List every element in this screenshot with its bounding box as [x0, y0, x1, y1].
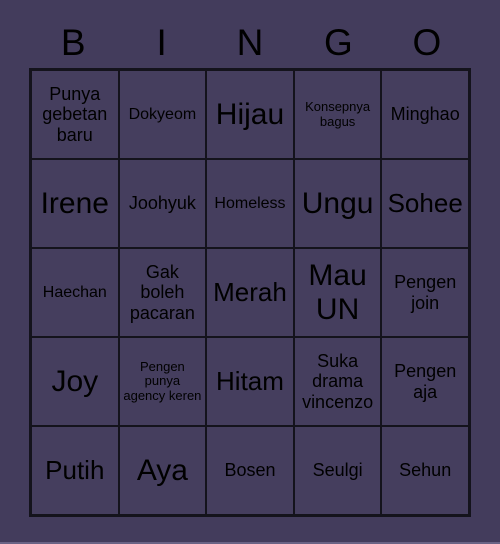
bingo-cell[interactable]: Punya gebetan baru — [31, 70, 119, 159]
bingo-header-letter-n: N — [236, 22, 264, 63]
bingo-header-letter-b: B — [60, 22, 86, 63]
bingo-cell[interactable]: Pengen aja — [381, 337, 469, 426]
bingo-header-letter-g: G — [324, 22, 353, 63]
bingo-cell[interactable]: Irene — [31, 159, 119, 248]
bingo-cell[interactable]: Joy — [31, 337, 119, 426]
bingo-cell[interactable]: Pengen punya agency keren — [118, 337, 207, 426]
bingo-cell[interactable]: Dokyeom — [118, 70, 207, 159]
bingo-cell[interactable]: Sohee — [381, 159, 469, 248]
bingo-cell[interactable]: Pengen join — [381, 248, 469, 337]
bingo-cell[interactable]: Merah — [206, 248, 294, 337]
bingo-cell[interactable]: Minghao — [381, 70, 469, 159]
bingo-grid: Punya gebetan baru Dokyeom Hijau Konsepnya … — [29, 68, 471, 517]
bingo-header: BINGO — [29, 18, 471, 68]
bingo-cell[interactable]: Putih — [31, 426, 119, 515]
bingo-cell[interactable]: Sehun — [381, 426, 469, 515]
bingo-card: B I N G O Punya gebetan baru Dokyeom Hijau Kons… — [0, 0, 500, 544]
bingo-cell[interactable]: Joohyuk — [118, 159, 207, 248]
bingo-cell[interactable]: Hitam — [206, 337, 294, 426]
bingo-cell[interactable]: Homeless — [206, 159, 294, 248]
bingo-cell[interactable]: Suka drama vincenzo — [293, 337, 382, 426]
bingo-cell[interactable]: Hijau — [206, 70, 294, 159]
bingo-cell[interactable]: Mau UN — [293, 248, 382, 337]
bingo-cell[interactable]: Aya — [118, 426, 207, 515]
bingo-header-letter-o: O — [412, 22, 442, 63]
bingo-cell[interactable]: Seulgi — [293, 426, 382, 515]
bingo-header-letter-i: I — [156, 22, 167, 63]
bingo-cell[interactable]: Ungu — [293, 159, 382, 248]
bingo-cell[interactable]: Bosen — [206, 426, 294, 515]
bingo-cell[interactable]: Gak boleh pacaran — [118, 248, 207, 337]
bingo-cell[interactable]: Haechan — [31, 248, 119, 337]
bingo-cell[interactable]: Konsepnya bagus — [293, 70, 382, 159]
